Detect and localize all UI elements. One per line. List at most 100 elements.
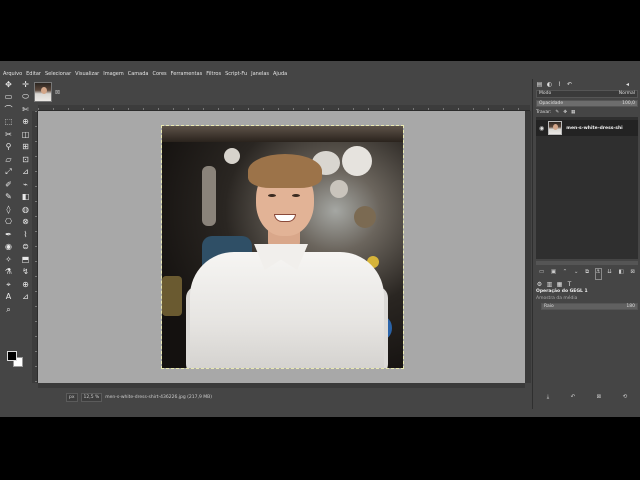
tool-icon-17[interactable]: ⌁: [19, 179, 32, 190]
tool-icon-26[interactable]: ◉: [2, 242, 15, 253]
menu-item-8[interactable]: Filtros: [206, 69, 221, 79]
zoom-select[interactable]: 12,5 %: [80, 392, 103, 402]
visibility-eye-icon[interactable]: ◉: [539, 125, 544, 132]
tool-icon-8[interactable]: ✂: [2, 129, 15, 140]
new-layer-icon[interactable]: ▭: [539, 269, 544, 279]
menu-item-6[interactable]: Cores: [152, 69, 166, 79]
lower-layer-icon[interactable]: ⌄: [574, 269, 579, 279]
lock-alpha-icon[interactable]: ▦: [571, 110, 575, 115]
tool-icon-13[interactable]: ⊡: [19, 154, 32, 165]
opacity-slider[interactable]: Opacidade 100,0: [536, 100, 638, 107]
tool-icon-16[interactable]: ✐: [2, 179, 15, 190]
tool-icon-22[interactable]: ⎔: [2, 217, 15, 228]
menu-item-7[interactable]: Ferramentas: [171, 69, 203, 79]
delete-options-icon[interactable]: ⊠: [597, 394, 602, 404]
menu-item-11[interactable]: Ajuda: [273, 69, 287, 79]
tool-icon-5[interactable]: ✄: [19, 104, 32, 115]
paths-tab-icon[interactable]: ⌇: [556, 81, 563, 88]
layer-mode-select[interactable]: Modo Normal: [536, 90, 638, 98]
tool-options-tab-icon[interactable]: ⚙: [536, 281, 543, 288]
photo-bg-spool: [330, 180, 348, 198]
fonts-tab-icon[interactable]: T: [566, 281, 573, 288]
tool-icon-18[interactable]: ✎: [2, 192, 15, 203]
tool-icon-2[interactable]: ▭: [2, 92, 15, 103]
layer-buttons: ▭ ▣ ⌃ ⌄ ⧉ ⚓ ⇊ ◧ ⊠: [536, 268, 638, 280]
toolbox: ✥ ✛ ▭ ⬭ ⌒ ✄ ⬚ ⊕ ✂ ◫ ⚲ ⊞ ▱ ⊡ ⤢ ⊿ ✐ ⌁ ✎ ◧ ◊ ◍ ⎔ ⊗ ✒ ⌇ ◉ ⊜ ✧ ⬒ ⚗ ↯ ⌖ ⊕ A ⊿ ⌕: [0, 79, 33, 409]
tool-icon-21[interactable]: ◍: [19, 204, 32, 215]
menu-item-0[interactable]: Arquivo: [3, 69, 22, 79]
tool-icon-29[interactable]: ⬒: [19, 254, 32, 265]
reset-options-icon[interactable]: ⟲: [623, 394, 628, 404]
tool-icon-15[interactable]: ⊿: [19, 167, 32, 178]
tool-icon-7[interactable]: ⊕: [19, 117, 32, 128]
save-options-icon[interactable]: ⤓: [547, 394, 549, 404]
layer-item[interactable]: ◉ men-s-white-dress-shi: [536, 120, 638, 136]
dock-tabs: ▤ ◐ ⌇ ↶ ◂: [536, 81, 631, 88]
new-group-icon[interactable]: ▣: [551, 269, 556, 279]
statusbar: px 12,5 % men-s-white-dress-shirt-436226…: [66, 392, 212, 402]
merge-layer-icon[interactable]: ⇊: [607, 269, 612, 279]
layer-name: men-s-white-dress-shi: [566, 125, 623, 131]
tool-icon-14[interactable]: ⤢: [2, 167, 15, 178]
patterns-tab-icon[interactable]: ▦: [556, 281, 563, 288]
tool-icon-4[interactable]: ⌒: [2, 104, 15, 115]
menu-item-10[interactable]: Janelas: [251, 69, 269, 79]
tool-icon-34[interactable]: A: [2, 292, 15, 303]
image-tab-thumbnail[interactable]: [34, 82, 52, 102]
duplicate-layer-icon[interactable]: ⧉: [585, 269, 589, 279]
mask-layer-icon[interactable]: ◧: [618, 269, 623, 279]
tool-icon-12[interactable]: ▱: [2, 154, 15, 165]
lock-pixels-icon[interactable]: ✎: [555, 110, 559, 115]
tool-icon-30[interactable]: ⚗: [2, 267, 15, 278]
image-tabs: ⊠: [34, 81, 60, 103]
menu-item-5[interactable]: Camada: [128, 69, 149, 79]
anchor-layer-icon[interactable]: ⚓: [594, 268, 602, 280]
amostra-da-media-toggle[interactable]: Amostra da média: [536, 296, 577, 301]
unit-select[interactable]: px: [66, 392, 78, 402]
image-photo[interactable]: [161, 125, 404, 369]
tool-icon-20[interactable]: ◊: [2, 204, 15, 215]
layers-tab-icon[interactable]: ▤: [536, 81, 543, 88]
channels-tab-icon[interactable]: ◐: [546, 81, 553, 88]
brushes-tab-icon[interactable]: ▥: [546, 281, 553, 288]
lock-position-icon[interactable]: ✥: [563, 110, 567, 115]
menu-item-2[interactable]: Selecionar: [45, 69, 71, 79]
tool-icon-19[interactable]: ◧: [19, 192, 32, 203]
tool-icon-28[interactable]: ✧: [2, 254, 15, 265]
tool-icon-3[interactable]: ⬭: [19, 92, 32, 103]
tool-icon-31[interactable]: ↯: [19, 267, 32, 278]
menu-item-3[interactable]: Visualizar: [75, 69, 99, 79]
menu-item-1[interactable]: Editar: [26, 69, 41, 79]
image-tab-close-icon[interactable]: ⊠: [55, 89, 60, 96]
restore-options-icon[interactable]: ↶: [571, 394, 576, 404]
menu-item-9[interactable]: Script-Fu: [225, 69, 247, 79]
layers-list[interactable]: ◉ men-s-white-dress-shi: [536, 117, 638, 259]
dock-menu-icon[interactable]: ◂: [624, 81, 631, 88]
menu-item-4[interactable]: Imagem: [103, 69, 124, 79]
canvas-horizontal-scrollbar[interactable]: [38, 383, 525, 388]
tool-icon-6[interactable]: ⬚: [2, 117, 15, 128]
tool-icon-11[interactable]: ⊞: [19, 142, 32, 153]
tool-icon-10[interactable]: ⚲: [2, 142, 15, 153]
foreground-color-swatch[interactable]: [7, 351, 17, 361]
opacity-label: Opacidade: [539, 101, 564, 106]
tool-icon-24[interactable]: ✒: [2, 229, 15, 240]
tool-icon-36[interactable]: ⌕: [2, 304, 15, 315]
tool-icon-35[interactable]: ⊿: [19, 292, 32, 303]
tool-icon-23[interactable]: ⊗: [19, 217, 32, 228]
tool-icon-33[interactable]: ⊕: [19, 279, 32, 290]
layers-scrollbar[interactable]: [536, 261, 638, 265]
tool-icon-25[interactable]: ⌇: [19, 229, 32, 240]
tool-icon-1[interactable]: ✛: [19, 79, 32, 90]
tool-icon-9[interactable]: ◫: [19, 129, 32, 140]
undo-tab-icon[interactable]: ↶: [566, 81, 573, 88]
raio-slider[interactable]: Raio 180: [541, 303, 638, 310]
image-canvas[interactable]: [38, 111, 525, 383]
color-swatches[interactable]: [7, 351, 25, 367]
tool-icon-0[interactable]: ✥: [2, 79, 15, 90]
raise-layer-icon[interactable]: ⌃: [563, 269, 568, 279]
canvas-vertical-scrollbar[interactable]: [525, 111, 531, 383]
tool-icon-32[interactable]: ⌖: [2, 279, 15, 290]
tool-icon-27[interactable]: ⊜: [19, 242, 32, 253]
delete-layer-icon[interactable]: ⊠: [630, 269, 635, 279]
